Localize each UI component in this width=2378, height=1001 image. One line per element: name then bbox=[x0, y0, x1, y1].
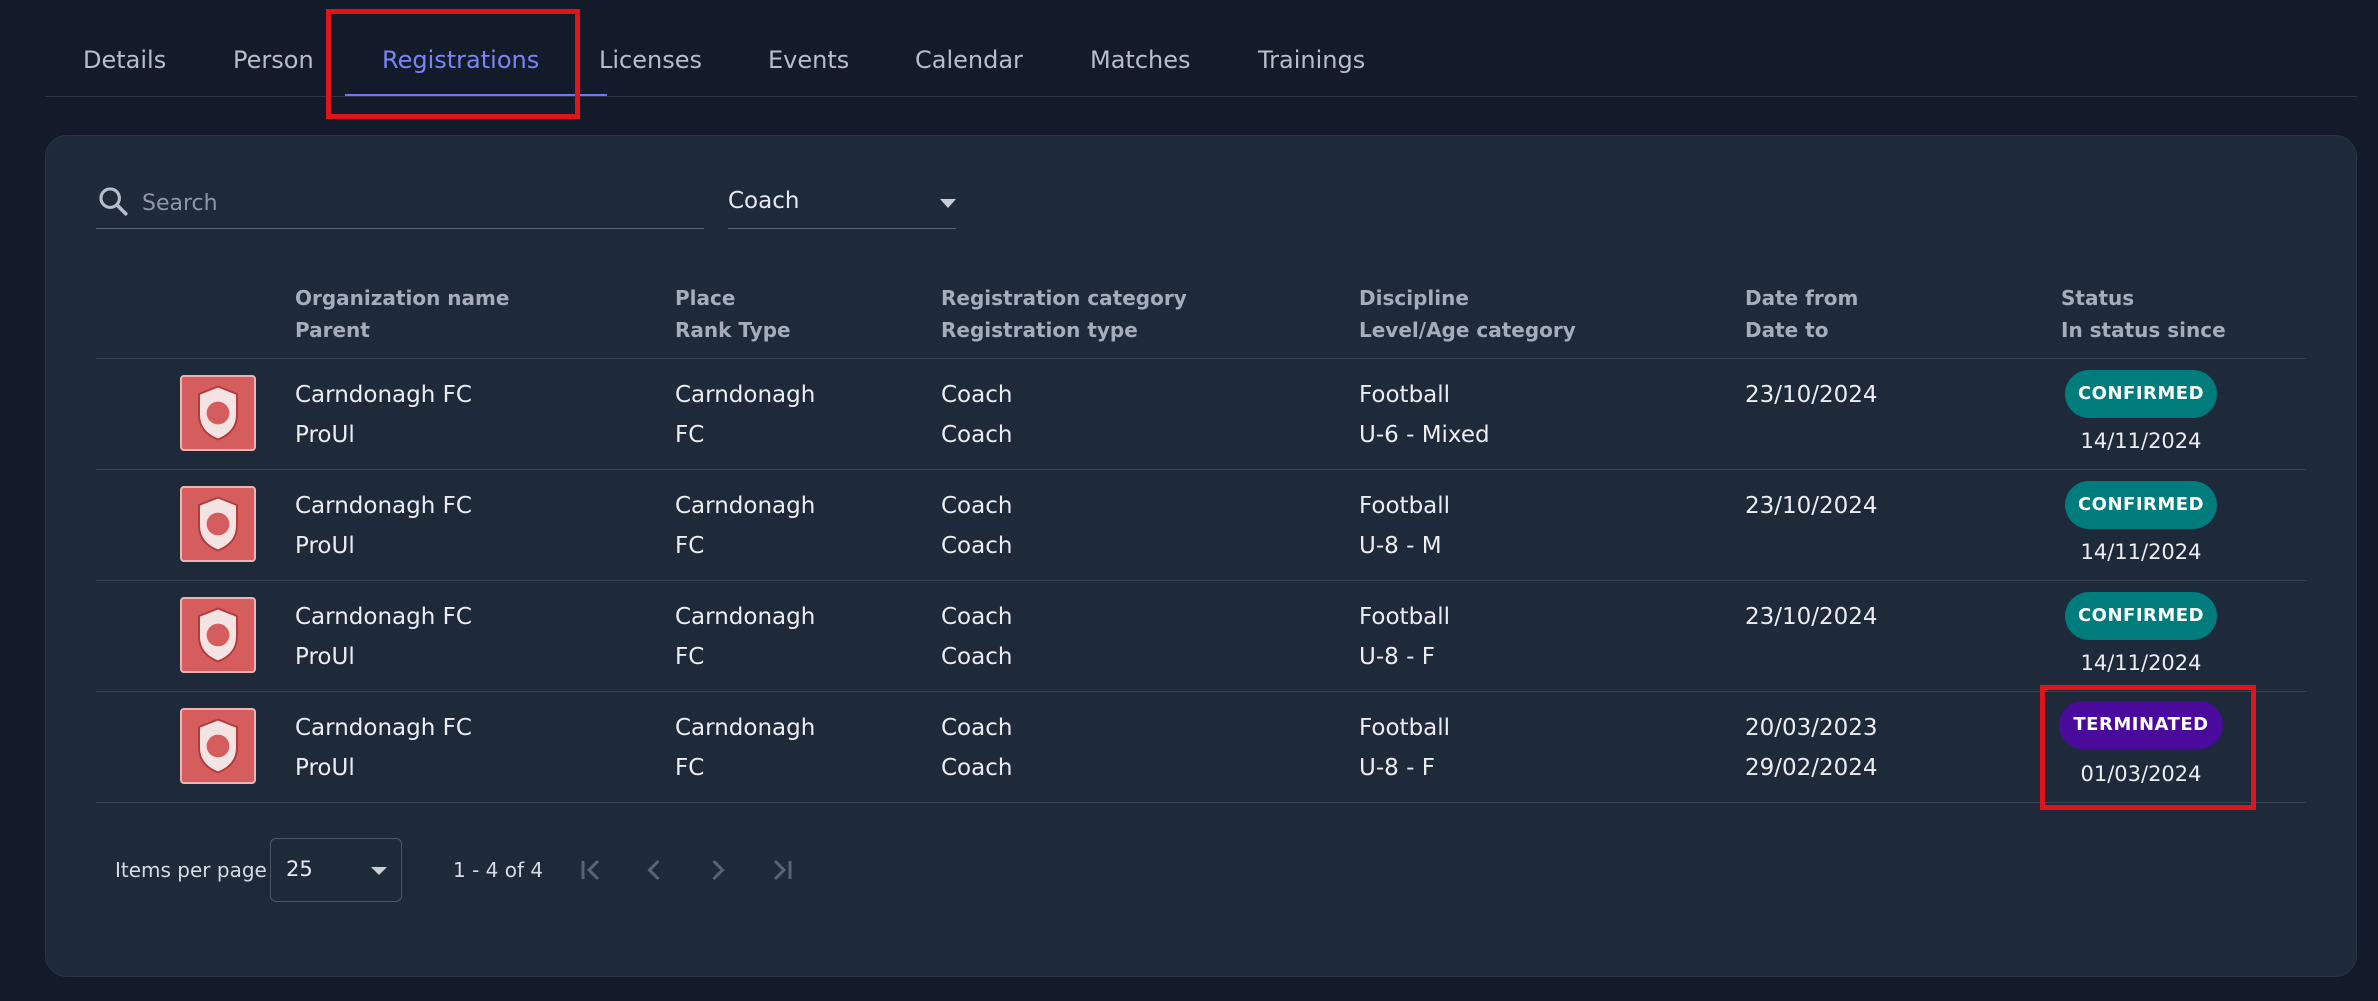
registration-category: Coach bbox=[941, 715, 1013, 741]
org-name: Carndonagh FC bbox=[295, 382, 472, 408]
search-input[interactable] bbox=[140, 182, 694, 224]
date-from: 23/10/2024 bbox=[1745, 604, 1878, 630]
last-page-icon[interactable] bbox=[763, 852, 799, 888]
tab-details[interactable]: Details bbox=[83, 0, 166, 96]
chevron-right-icon[interactable] bbox=[700, 852, 736, 888]
rank-type: FC bbox=[675, 755, 705, 781]
club-crest-icon bbox=[180, 375, 256, 451]
page-range: 1 - 4 of 4 bbox=[453, 858, 544, 882]
org-parent: ProUl bbox=[295, 644, 355, 670]
date-from: 20/03/2023 bbox=[1745, 715, 1878, 741]
items-per-page-label: Items per page bbox=[115, 858, 267, 882]
items-per-page-select[interactable]: 25 bbox=[270, 838, 402, 902]
club-crest-icon bbox=[180, 597, 256, 673]
table-row[interactable]: Carndonagh FC ProUl Carndonagh FC Coach … bbox=[96, 470, 2306, 581]
rank-type: FC bbox=[675, 533, 705, 559]
level-age-category: U-6 - Mixed bbox=[1359, 422, 1490, 448]
column-header-organization[interactable]: Organization name Parent bbox=[295, 282, 509, 346]
search-icon bbox=[99, 187, 128, 216]
date-from: 23/10/2024 bbox=[1745, 382, 1878, 408]
club-crest-icon bbox=[180, 708, 256, 784]
tab-events[interactable]: Events bbox=[768, 0, 849, 96]
status-since: 14/11/2024 bbox=[2080, 429, 2202, 453]
place: Carndonagh bbox=[675, 604, 816, 630]
date-to: 29/02/2024 bbox=[1745, 755, 1878, 781]
discipline: Football bbox=[1359, 382, 1451, 408]
chevron-down-icon bbox=[940, 199, 956, 208]
club-crest-icon bbox=[180, 486, 256, 562]
status-badge: TERMINATED bbox=[2059, 701, 2223, 749]
column-header-dates[interactable]: Date from Date to bbox=[1745, 282, 1858, 346]
column-header-registration[interactable]: Registration category Registration type bbox=[941, 282, 1187, 346]
tab-person[interactable]: Person bbox=[233, 0, 314, 96]
items-per-page-value: 25 bbox=[286, 857, 313, 881]
registration-type: Coach bbox=[941, 533, 1013, 559]
registration-type: Coach bbox=[941, 644, 1013, 670]
registration-type: Coach bbox=[941, 422, 1013, 448]
discipline: Football bbox=[1359, 715, 1451, 741]
role-select-value: Coach bbox=[728, 188, 800, 214]
chevron-left-icon[interactable] bbox=[636, 852, 672, 888]
place: Carndonagh bbox=[675, 382, 816, 408]
rank-type: FC bbox=[675, 644, 705, 670]
registration-type: Coach bbox=[941, 755, 1013, 781]
active-tab-indicator bbox=[345, 94, 607, 96]
chevron-down-icon bbox=[371, 867, 387, 875]
column-header-discipline[interactable]: Discipline Level/Age category bbox=[1359, 282, 1576, 346]
role-select[interactable]: Coach bbox=[728, 178, 956, 229]
registration-category: Coach bbox=[941, 604, 1013, 630]
date-from: 23/10/2024 bbox=[1745, 493, 1878, 519]
tab-registrations[interactable]: Registrations bbox=[382, 0, 539, 96]
tab-trainings[interactable]: Trainings bbox=[1258, 0, 1365, 96]
status-since: 14/11/2024 bbox=[2080, 540, 2202, 564]
org-parent: ProUl bbox=[295, 755, 355, 781]
column-header-place[interactable]: Place Rank Type bbox=[675, 282, 791, 346]
status-since: 14/11/2024 bbox=[2080, 651, 2202, 675]
status-badge: CONFIRMED bbox=[2065, 481, 2217, 529]
org-name: Carndonagh FC bbox=[295, 715, 472, 741]
discipline: Football bbox=[1359, 604, 1451, 630]
registration-category: Coach bbox=[941, 493, 1013, 519]
status-badge: CONFIRMED bbox=[2065, 592, 2217, 640]
status-badge: CONFIRMED bbox=[2065, 370, 2217, 418]
status-since: 01/03/2024 bbox=[2080, 762, 2202, 786]
discipline: Football bbox=[1359, 493, 1451, 519]
tab-matches[interactable]: Matches bbox=[1090, 0, 1191, 96]
search-field[interactable] bbox=[96, 178, 704, 229]
org-parent: ProUl bbox=[295, 422, 355, 448]
column-header-status[interactable]: Status In status since bbox=[2061, 282, 2226, 346]
rank-type: FC bbox=[675, 422, 705, 448]
place: Carndonagh bbox=[675, 715, 816, 741]
org-name: Carndonagh FC bbox=[295, 493, 472, 519]
org-parent: ProUl bbox=[295, 533, 355, 559]
registration-category: Coach bbox=[941, 382, 1013, 408]
tab-licenses[interactable]: Licenses bbox=[599, 0, 702, 96]
table-row[interactable]: Carndonagh FC ProUl Carndonagh FC Coach … bbox=[96, 581, 2306, 692]
place: Carndonagh bbox=[675, 493, 816, 519]
tab-calendar[interactable]: Calendar bbox=[915, 0, 1023, 96]
table-row[interactable]: Carndonagh FC ProUl Carndonagh FC Coach … bbox=[96, 692, 2306, 803]
level-age-category: U-8 - F bbox=[1359, 644, 1435, 670]
tab-bar: Details Person Registrations Licenses Ev… bbox=[45, 0, 2357, 97]
level-age-category: U-8 - M bbox=[1359, 533, 1442, 559]
org-name: Carndonagh FC bbox=[295, 604, 472, 630]
level-age-category: U-8 - F bbox=[1359, 755, 1435, 781]
table-row[interactable]: Carndonagh FC ProUl Carndonagh FC Coach … bbox=[96, 359, 2306, 470]
first-page-icon[interactable] bbox=[574, 852, 610, 888]
